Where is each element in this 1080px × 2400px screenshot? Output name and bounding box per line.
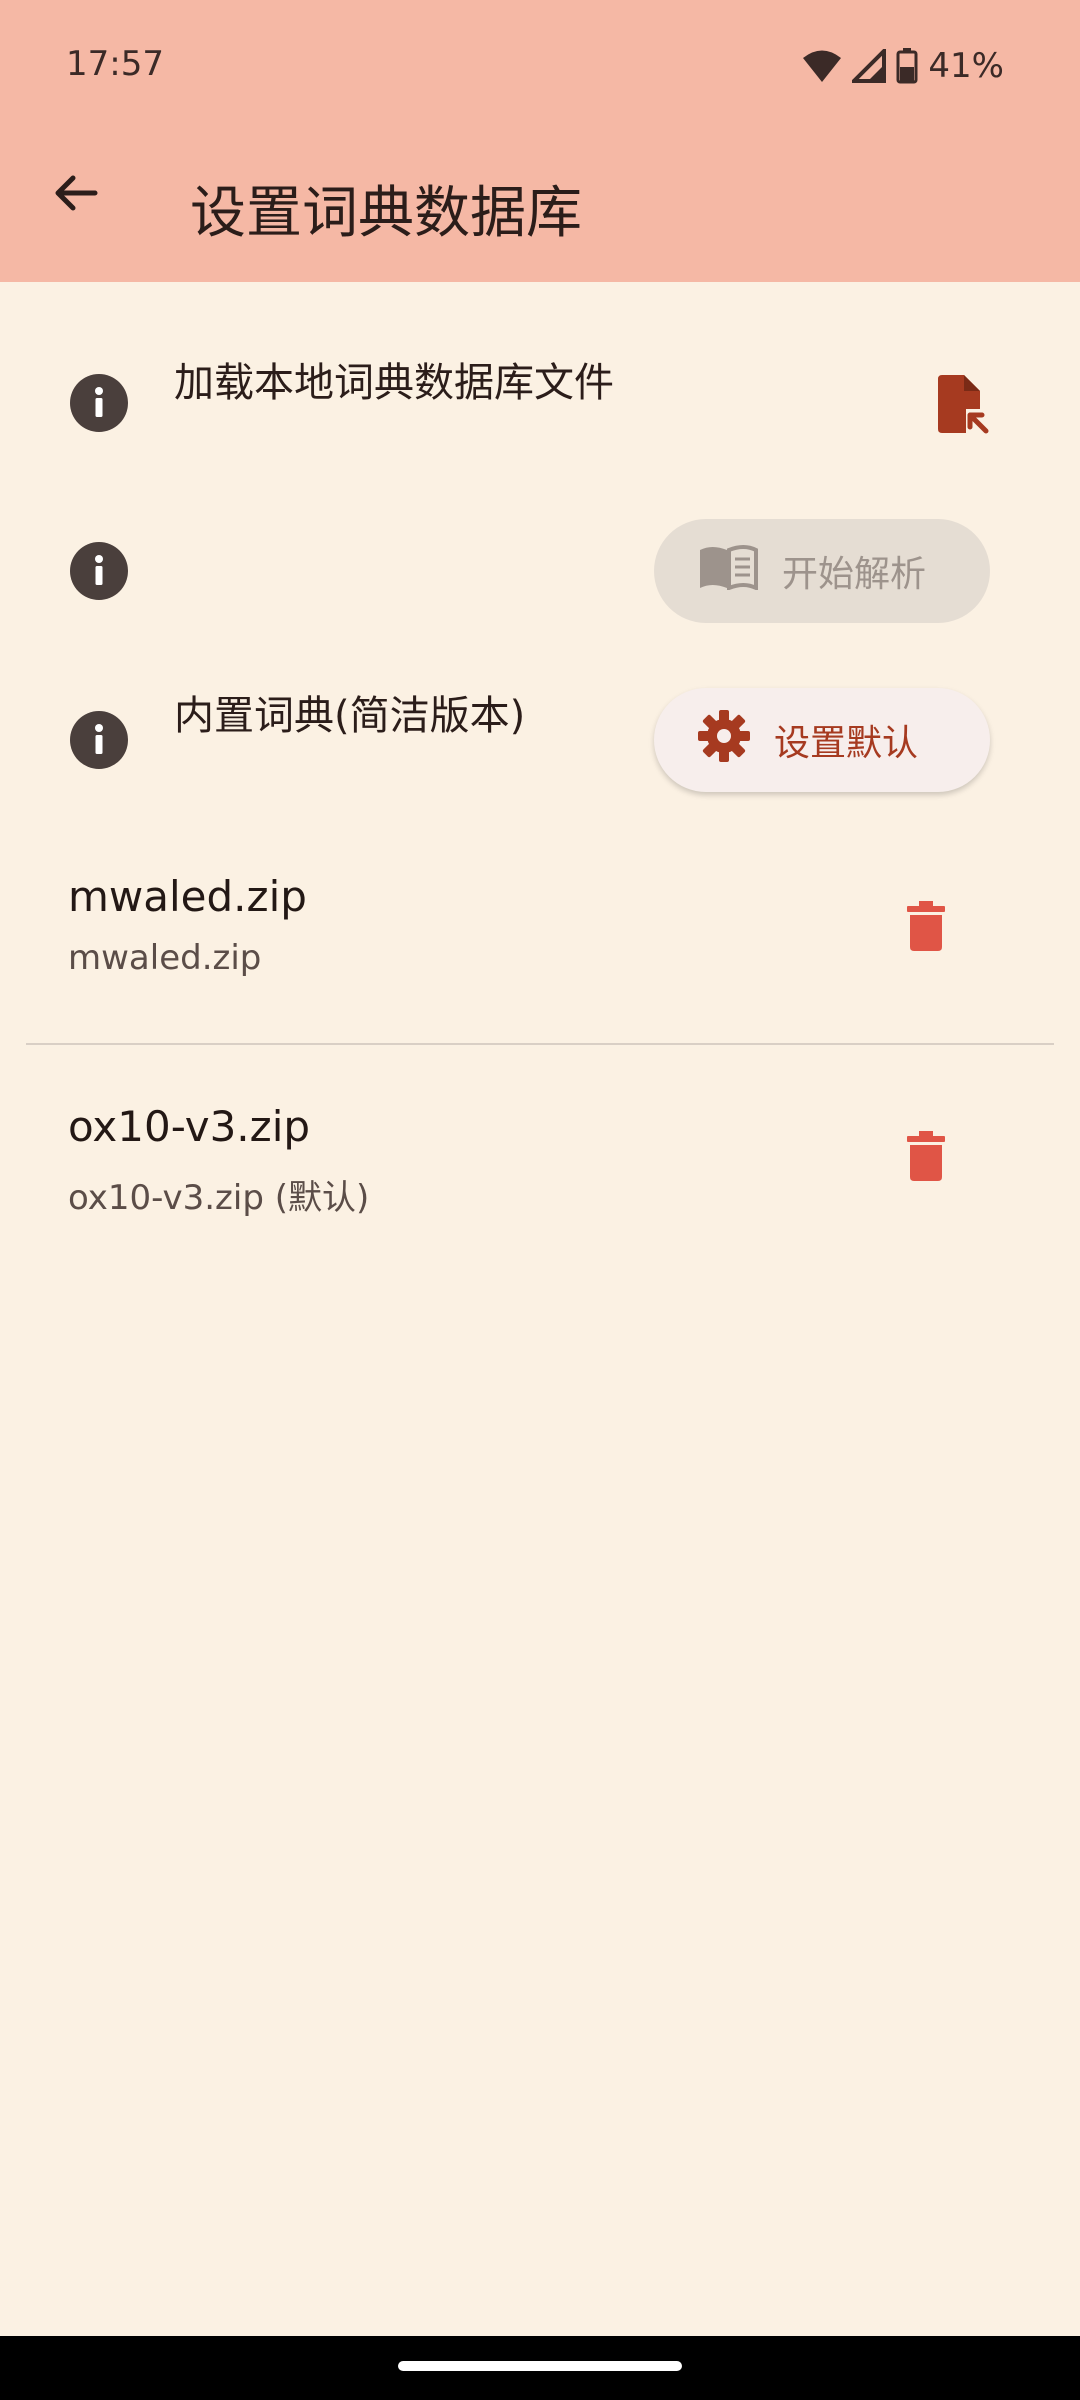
home-gesture-handle[interactable]: [398, 2361, 682, 2371]
dictionary-subtitle: mwaled.zip: [68, 938, 262, 978]
load-file-button[interactable]: [920, 365, 1004, 449]
gear-icon: [698, 709, 750, 771]
start-parsing-label: 开始解析: [782, 554, 927, 595]
back-button[interactable]: [30, 150, 120, 240]
delete-button[interactable]: [886, 888, 966, 968]
info-icon[interactable]: [70, 374, 128, 432]
wifi-icon: [802, 49, 842, 83]
builtin-dictionary-label: 内置词典(简洁版本): [174, 693, 526, 739]
info-icon[interactable]: [70, 711, 128, 769]
cell-signal-icon: [852, 49, 887, 83]
arrow-back-icon: [51, 169, 99, 221]
app-bar: 17:57 41% 设置词典数据库: [0, 0, 1080, 282]
delete-button[interactable]: [886, 1118, 966, 1198]
dictionary-name: ox10-v3.zip: [68, 1102, 311, 1151]
info-icon[interactable]: [70, 542, 128, 600]
file-open-icon: [934, 375, 990, 439]
load-local-dictionary-label: 加载本地词典数据库文件: [174, 360, 614, 406]
trash-icon: [907, 901, 945, 955]
status-time: 17:57: [66, 44, 164, 84]
set-default-label: 设置默认: [774, 723, 919, 764]
start-parsing-button[interactable]: 开始解析: [654, 519, 990, 623]
set-default-button[interactable]: 设置默认: [654, 688, 990, 792]
dictionary-subtitle: ox10-v3.zip (默认): [68, 1178, 370, 1218]
status-icons: 41%: [802, 44, 1004, 88]
divider: [26, 1043, 1054, 1045]
battery-percent: 41%: [928, 46, 1004, 86]
book-icon: [698, 544, 758, 599]
page-title: 设置词典数据库: [190, 181, 582, 246]
dictionary-name: mwaled.zip: [68, 872, 307, 921]
trash-icon: [907, 1131, 945, 1185]
battery-icon: [896, 48, 918, 84]
